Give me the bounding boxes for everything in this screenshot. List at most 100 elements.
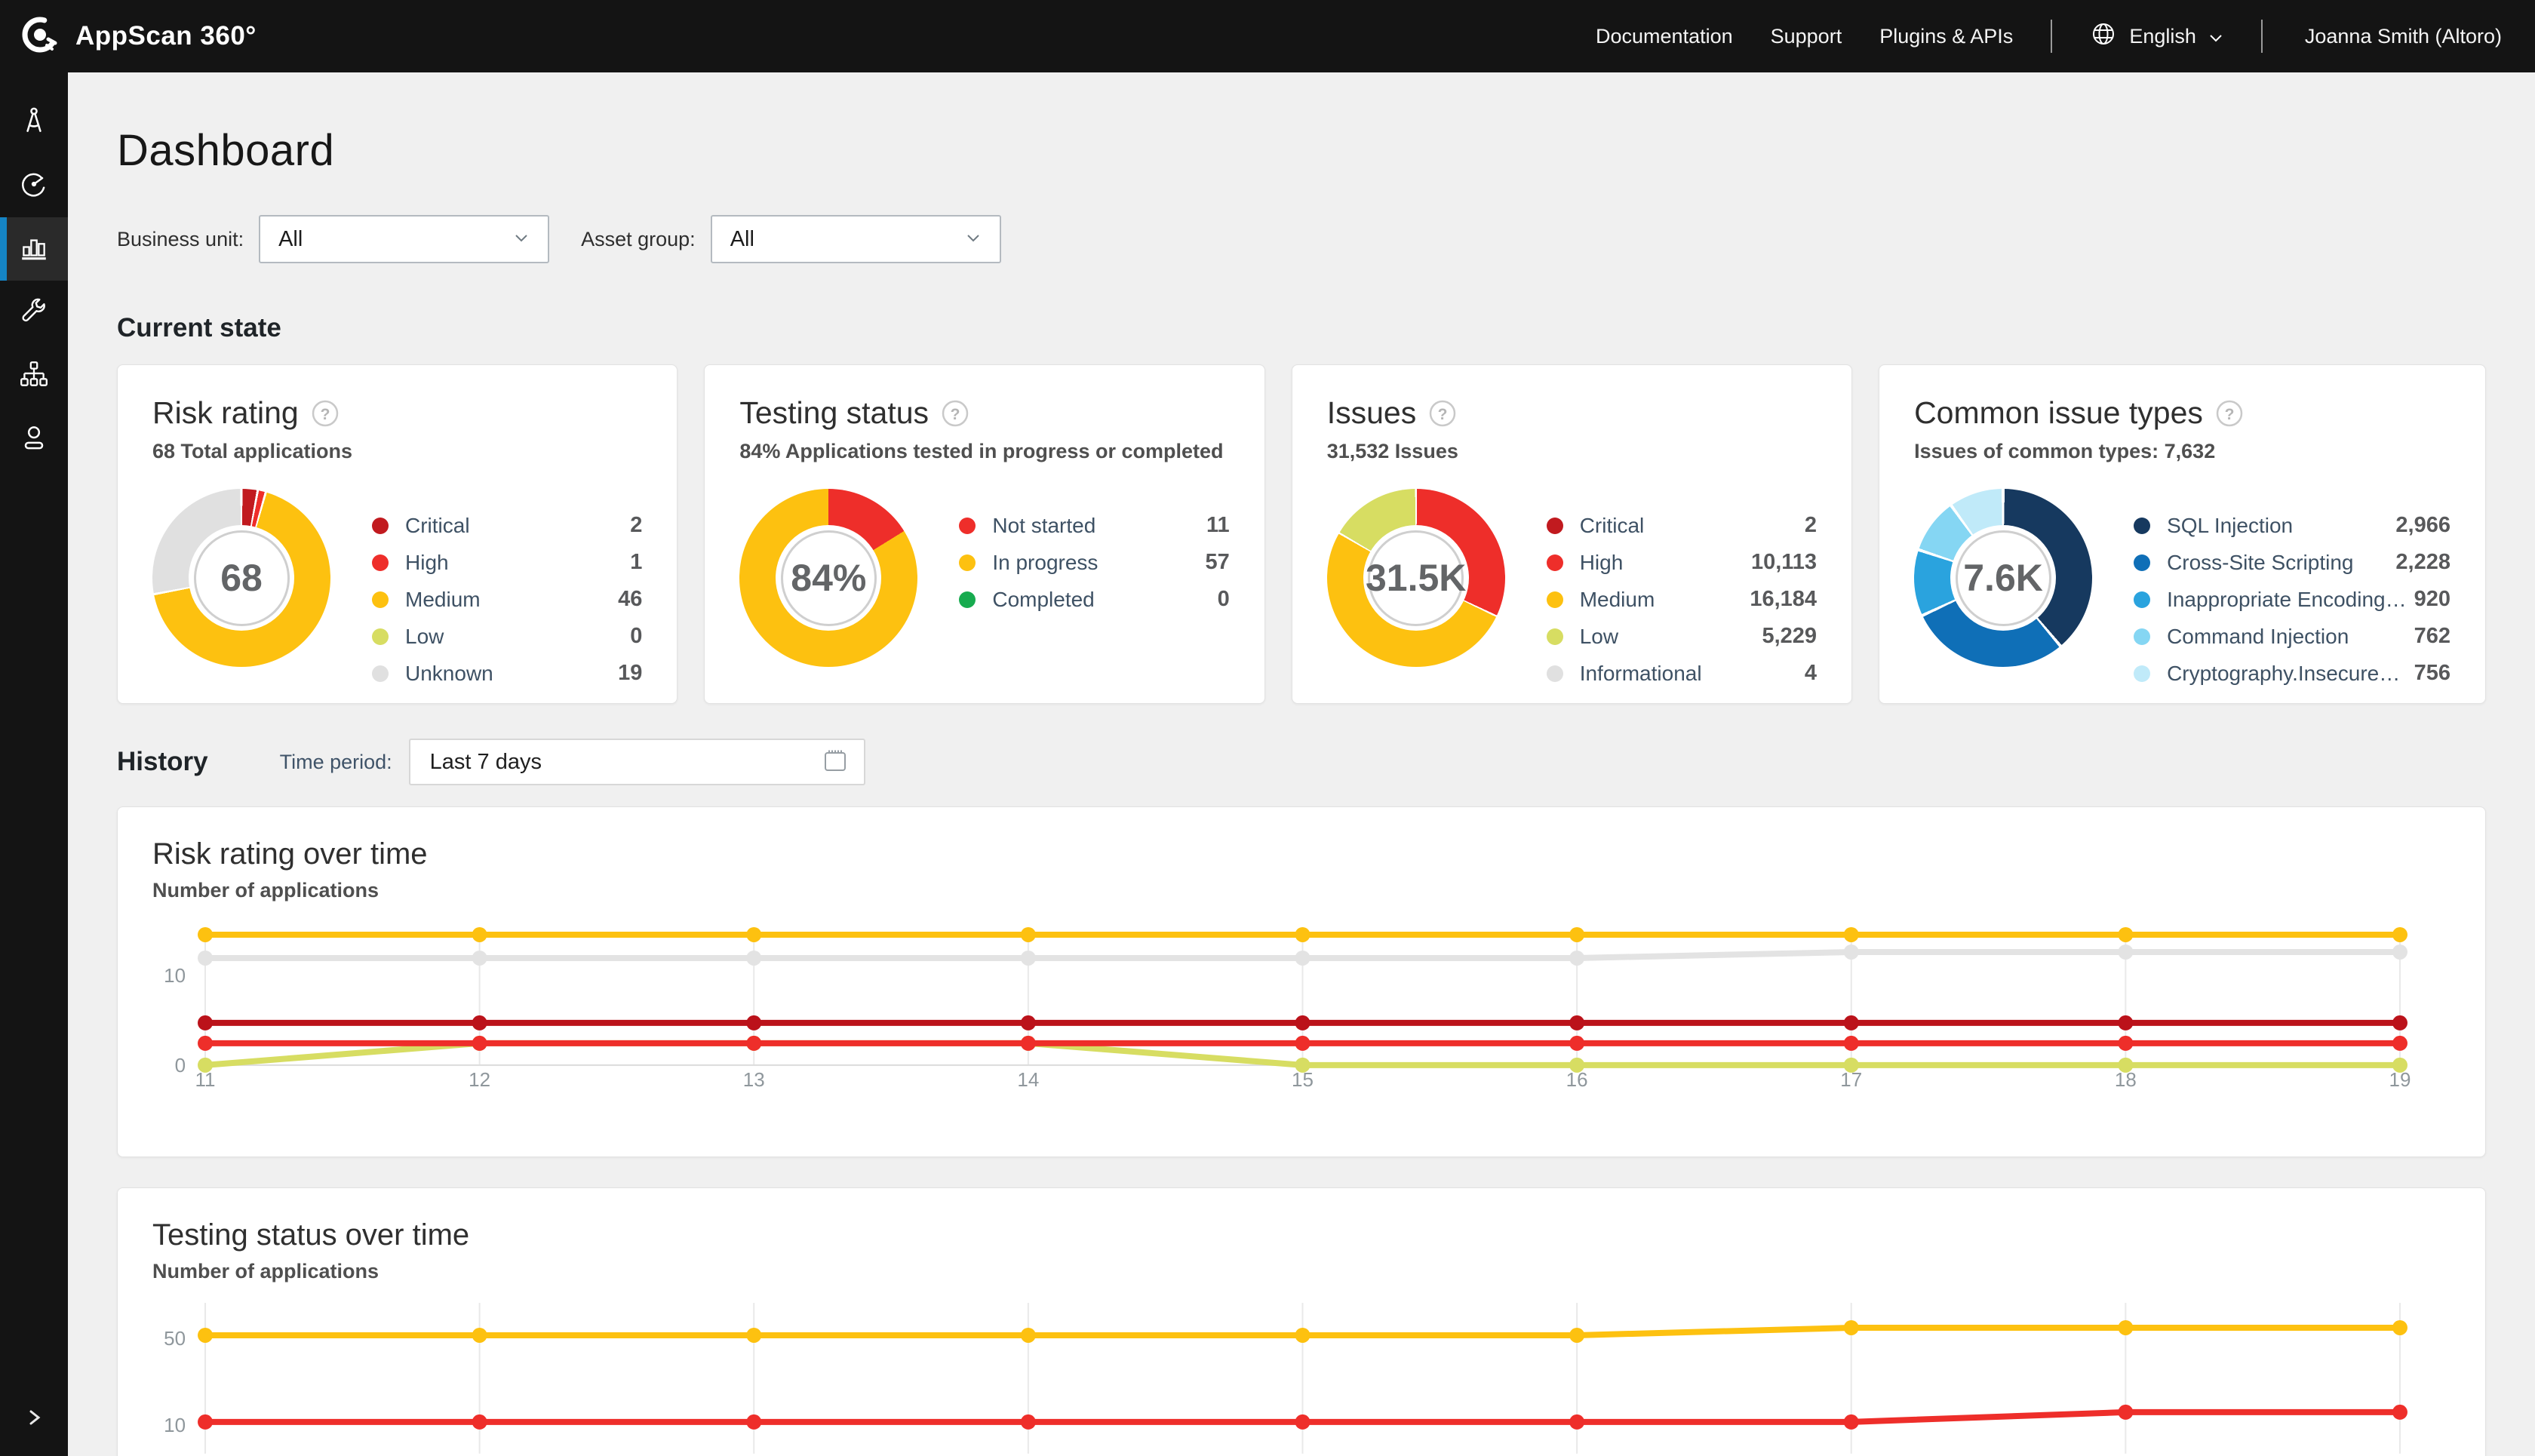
series-point	[1844, 1015, 1859, 1031]
legend-row: In progress57	[959, 544, 1229, 581]
chart-y-axis-title: Number of applications	[152, 1260, 2450, 1283]
x-axis-label: 13	[743, 1068, 765, 1091]
issues-legend: Critical2High10,113Medium16,184Low5,229I…	[1547, 489, 1817, 692]
series-point	[198, 927, 213, 942]
legend-color-dot-icon	[1547, 591, 1563, 608]
series-point	[472, 951, 487, 966]
series-point	[198, 1015, 213, 1031]
series-point	[746, 951, 761, 966]
business-unit-select[interactable]: All	[259, 215, 549, 263]
legend-row: Command Injection762	[2134, 618, 2450, 655]
sidebar-item-applications[interactable]	[0, 91, 68, 154]
sidebar	[0, 72, 68, 1456]
legend-row: Completed 0	[959, 581, 1229, 618]
issues-card: Issues ? 31,532 Issues 31.5K Critical2Hi…	[1292, 364, 1852, 704]
sidebar-item-scans[interactable]	[0, 154, 68, 217]
legend-label: Command Injection	[2167, 625, 2407, 649]
nav-documentation[interactable]: Documentation	[1596, 25, 1733, 48]
series-point	[1021, 951, 1036, 966]
series-point	[1021, 927, 1036, 942]
legend-value: 19	[618, 661, 642, 686]
help-icon[interactable]: ?	[311, 399, 340, 428]
x-axis-label: 12	[469, 1068, 490, 1091]
series-point	[2392, 1015, 2407, 1031]
legend-color-dot-icon	[959, 591, 976, 608]
series-point	[1569, 951, 1584, 966]
help-icon[interactable]: ?	[1428, 399, 1457, 428]
legend-value: 5,229	[1762, 624, 1817, 649]
donut-center-value: 84%	[791, 556, 866, 600]
chevron-right-icon	[21, 1402, 47, 1436]
app-title: AppScan 360°	[75, 21, 257, 51]
asset-group-select[interactable]: All	[711, 215, 1001, 263]
legend-label: Unknown	[405, 662, 610, 686]
series-point	[1844, 1036, 1859, 1051]
current-state-cards: Risk rating ? 68 Total applications 68 C…	[117, 364, 2486, 704]
testing-status-card: Testing status ? 84% Applications tested…	[704, 364, 1264, 704]
legend-label: Low	[1580, 625, 1755, 649]
series-point	[1569, 1058, 1584, 1073]
sidebar-item-settings[interactable]	[0, 281, 68, 344]
card-subtitle: 84% Applications tested in progress or c…	[739, 440, 1229, 463]
legend-label: Cross-Site Scripting	[2167, 551, 2388, 575]
series-point	[2392, 1405, 2407, 1420]
legend-label: Medium	[405, 588, 610, 612]
series-point	[1569, 1036, 1584, 1051]
current-state-heading: Current state	[117, 313, 2486, 343]
series-point	[198, 1415, 213, 1430]
sidebar-item-dashboard[interactable]	[0, 217, 68, 281]
card-subtitle: 31,532 Issues	[1327, 440, 1817, 463]
legend-label: Not started	[992, 514, 1199, 538]
business-unit-label: Business unit:	[117, 228, 244, 251]
legend-row: Cryptography.Insecure…756	[2134, 655, 2450, 692]
legend-label: Completed	[992, 588, 1209, 612]
testing-status-legend: Not started11In progress57Completed0	[959, 489, 1229, 667]
series-point	[1021, 1015, 1036, 1031]
risk-rating-legend: Critical2High1Medium46Low0Unknown19	[372, 489, 642, 692]
x-axis-label: 14	[1017, 1068, 1039, 1091]
help-icon[interactable]: ?	[2215, 399, 2244, 428]
legend-color-dot-icon	[2134, 554, 2150, 571]
wrench-icon	[18, 295, 50, 330]
series-point	[1844, 1415, 1859, 1430]
sidebar-item-users[interactable]	[0, 407, 68, 471]
donut-center-value: 68	[220, 556, 263, 600]
donut-center-value: 7.6K	[1963, 556, 2043, 600]
series-point	[746, 927, 761, 942]
time-period-input[interactable]: Last 7 days	[409, 739, 865, 785]
legend-label: SQL Injection	[2167, 514, 2388, 538]
globe-icon	[2090, 20, 2117, 53]
legend-value: 0	[1218, 587, 1230, 612]
legend-row: Critical2	[1547, 507, 1817, 544]
series-point	[1021, 1415, 1036, 1430]
nav-support[interactable]: Support	[1771, 25, 1842, 48]
legend-row: Low0	[372, 618, 642, 655]
y-axis-label: 50	[164, 1327, 186, 1350]
legend-label: High	[1580, 551, 1744, 575]
card-title: Testing status	[739, 395, 929, 431]
legend-row: Medium46	[372, 581, 642, 618]
series-point	[746, 1015, 761, 1031]
language-selector[interactable]: English	[2090, 20, 2223, 53]
user-menu[interactable]: Joanna Smith (Altoro)	[2305, 25, 2502, 48]
testing-status-line-chart: 5010	[152, 1303, 2450, 1454]
legend-value: 2	[1805, 513, 1817, 538]
common-issue-types-legend: SQL Injection2,966Cross-Site Scripting2,…	[2134, 489, 2450, 692]
help-icon[interactable]: ?	[941, 399, 969, 428]
sidebar-expand-button[interactable]	[0, 1402, 68, 1436]
user-icon	[18, 422, 50, 457]
series-point	[472, 1328, 487, 1343]
appscan-logo-icon	[20, 14, 60, 59]
y-axis-label: 10	[164, 964, 186, 987]
series-point	[198, 1036, 213, 1051]
legend-row: High10,113	[1547, 544, 1817, 581]
series-point	[198, 1328, 213, 1343]
nav-plugins-apis[interactable]: Plugins & APIs	[1879, 25, 2013, 48]
legend-value: 756	[2414, 661, 2450, 686]
gauge-icon	[18, 168, 50, 204]
issues-donut-chart: 31.5K	[1327, 489, 1505, 667]
series-point	[2118, 945, 2133, 960]
header-divider	[2051, 20, 2052, 53]
series-point	[2118, 1036, 2133, 1051]
sidebar-item-asset-groups[interactable]	[0, 344, 68, 407]
